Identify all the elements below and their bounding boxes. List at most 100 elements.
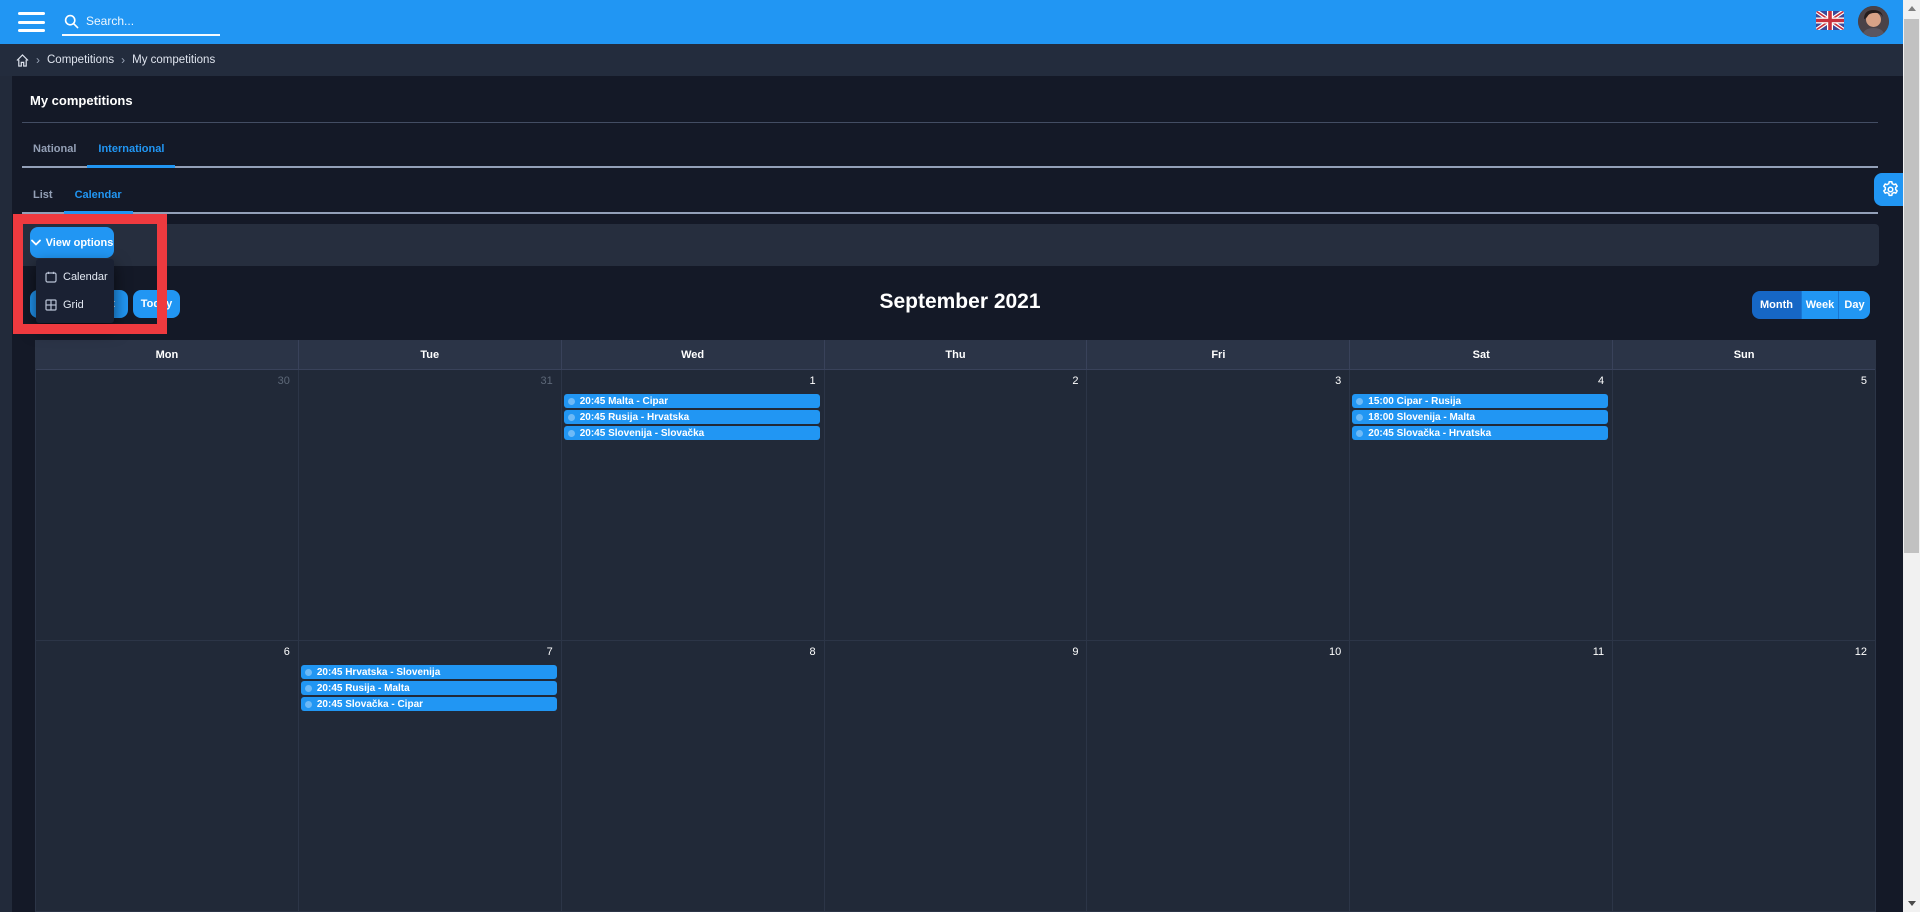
scrollbar-down-arrow[interactable] xyxy=(1903,895,1920,912)
event-dot xyxy=(305,701,312,708)
date-number: 31 xyxy=(540,375,552,387)
uk-flag-icon[interactable] xyxy=(1816,11,1844,30)
view-options-button[interactable]: View options xyxy=(30,227,114,258)
date-number: 30 xyxy=(278,375,290,387)
day-cell[interactable]: 11 xyxy=(1350,641,1613,911)
vertical-scrollbar[interactable] xyxy=(1903,0,1920,912)
scrollbar-up-arrow[interactable] xyxy=(1903,0,1920,17)
calendar-week-row: 30 31 1 20:45 Malta - Cipar 20:45 Rusija - H… xyxy=(36,370,1875,641)
day-cell[interactable]: 10 xyxy=(1087,641,1350,911)
date-number: 11 xyxy=(1593,646,1604,658)
event-label: 15:00 Cipar - Rusija xyxy=(1368,396,1461,407)
day-header-fri: Fri xyxy=(1087,340,1350,369)
tabs-view-mode: List Calendar xyxy=(22,180,1878,214)
scrollbar-thumb[interactable] xyxy=(1904,19,1919,553)
date-number: 10 xyxy=(1329,646,1341,658)
search-box xyxy=(62,8,220,36)
day-cell[interactable]: 5 xyxy=(1613,370,1875,640)
day-header-thu: Thu xyxy=(825,340,1088,369)
event-chip[interactable]: 20:45 Hrvatska - Slovenija xyxy=(301,665,557,679)
menu-item-label: Calendar xyxy=(63,271,108,283)
calendar-grid: MonTueWedThuFriSatSun 3031120:45 Malta -… xyxy=(35,340,1876,912)
event-chip[interactable]: 20:45 Slovačka - Hrvatska xyxy=(1352,426,1608,440)
chevron-down-icon xyxy=(31,239,41,246)
search-input[interactable] xyxy=(86,14,206,28)
event-dot xyxy=(568,430,575,437)
breadcrumb-item-competitions[interactable]: Competitions xyxy=(47,54,114,66)
day-cell[interactable]: 6 xyxy=(36,641,299,911)
calendar-header-row: MonTueWedThuFriSatSun xyxy=(36,340,1875,370)
date-number: 12 xyxy=(1855,646,1867,658)
event-label: 20:45 Slovačka - Cipar xyxy=(317,699,423,710)
day-cell[interactable]: 9 xyxy=(825,641,1088,911)
day-header-mon: Mon xyxy=(36,340,299,369)
calendar-icon xyxy=(45,271,57,283)
event-chip[interactable]: 15:00 Cipar - Rusija xyxy=(1352,394,1608,408)
day-cell[interactable]: 31 xyxy=(299,370,562,640)
breadcrumb-item-my-competitions[interactable]: My competitions xyxy=(132,54,215,66)
event-label: 20:45 Rusija - Malta xyxy=(317,683,410,694)
event-dot xyxy=(1356,430,1363,437)
event-chip[interactable]: 20:45 Rusija - Hrvatska xyxy=(564,410,820,424)
day-header-sat: Sat xyxy=(1350,340,1613,369)
day-cell[interactable]: 3 xyxy=(1087,370,1350,640)
date-number: 4 xyxy=(1598,375,1604,387)
date-number: 3 xyxy=(1335,375,1341,387)
event-chip[interactable]: 20:45 Malta - Cipar xyxy=(564,394,820,408)
menu-icon[interactable] xyxy=(18,12,45,32)
view-week-button[interactable]: Week xyxy=(1801,291,1838,319)
user-avatar[interactable] xyxy=(1858,6,1889,37)
day-cell[interactable]: 12 xyxy=(1613,641,1875,911)
tabs-competition-scope: National International xyxy=(22,134,1878,168)
tab-calendar[interactable]: Calendar xyxy=(64,180,133,212)
event-dot xyxy=(1356,398,1363,405)
event-chip[interactable]: 20:45 Rusija - Malta xyxy=(301,681,557,695)
date-number: 9 xyxy=(1072,646,1078,658)
divider xyxy=(22,122,1878,123)
breadcrumb-separator: › xyxy=(36,53,40,67)
breadcrumb: › Competitions › My competitions xyxy=(0,44,1920,76)
menu-item-calendar[interactable]: Calendar xyxy=(36,263,114,291)
calendar-week-row: 6 720:45 Hrvatska - Slovenija20:45 Rusija… xyxy=(36,641,1875,912)
gear-icon xyxy=(1881,180,1900,199)
tab-national[interactable]: National xyxy=(22,134,87,166)
app-window: › Competitions › My competitions My comp… xyxy=(0,0,1920,912)
day-cell[interactable]: 1 20:45 Malta - Cipar 20:45 Rusija - Hrvat… xyxy=(562,370,825,640)
date-number: 8 xyxy=(809,646,815,658)
calendar-grid-body: 3031120:45 Malta - Cipar20:45 Rusija - H… xyxy=(36,370,1875,912)
calendar-title: September 2021 xyxy=(0,290,1920,314)
event-label: 20:45 Hrvatska - Slovenija xyxy=(317,667,440,678)
menu-item-grid[interactable]: Grid xyxy=(36,291,114,319)
view-month-button[interactable]: Month xyxy=(1752,291,1801,319)
view-day-button[interactable]: Day xyxy=(1838,291,1870,319)
date-number: 5 xyxy=(1861,375,1867,387)
view-options-dropdown: Calendar Grid xyxy=(36,259,114,323)
calendar-today-button[interactable]: Today xyxy=(133,290,180,318)
view-options-label: View options xyxy=(46,237,114,249)
grid-icon xyxy=(45,299,57,311)
toolbar-strip xyxy=(17,224,1879,266)
top-bar xyxy=(0,0,1920,44)
event-dot xyxy=(305,685,312,692)
day-header-sun: Sun xyxy=(1613,340,1875,369)
date-number: 6 xyxy=(284,646,290,658)
calendar-view-switch: Month Week Day xyxy=(1752,291,1870,319)
event-label: 20:45 Rusija - Hrvatska xyxy=(580,412,690,423)
page-title: My competitions xyxy=(30,93,133,108)
menu-item-label: Grid xyxy=(63,299,84,311)
day-cell[interactable]: 4 15:00 Cipar - Rusija 18:00 Slovenija - M… xyxy=(1350,370,1613,640)
day-cell[interactable]: 30 xyxy=(36,370,299,640)
event-chip[interactable]: 20:45 Slovačka - Cipar xyxy=(301,697,557,711)
date-number: 1 xyxy=(809,375,815,387)
day-cell[interactable]: 2 xyxy=(825,370,1088,640)
tab-list[interactable]: List xyxy=(22,180,64,212)
event-label: 20:45 Slovačka - Hrvatska xyxy=(1368,428,1491,439)
home-icon[interactable] xyxy=(16,54,29,67)
date-number: 2 xyxy=(1072,375,1078,387)
event-dot xyxy=(305,669,312,676)
tab-international[interactable]: International xyxy=(87,134,175,166)
event-chip[interactable]: 20:45 Slovenija - Slovačka xyxy=(564,426,820,440)
day-cell[interactable]: 8 xyxy=(562,641,825,911)
day-cell[interactable]: 720:45 Hrvatska - Slovenija20:45 Rusija … xyxy=(299,641,562,911)
event-chip[interactable]: 18:00 Slovenija - Malta xyxy=(1352,410,1608,424)
